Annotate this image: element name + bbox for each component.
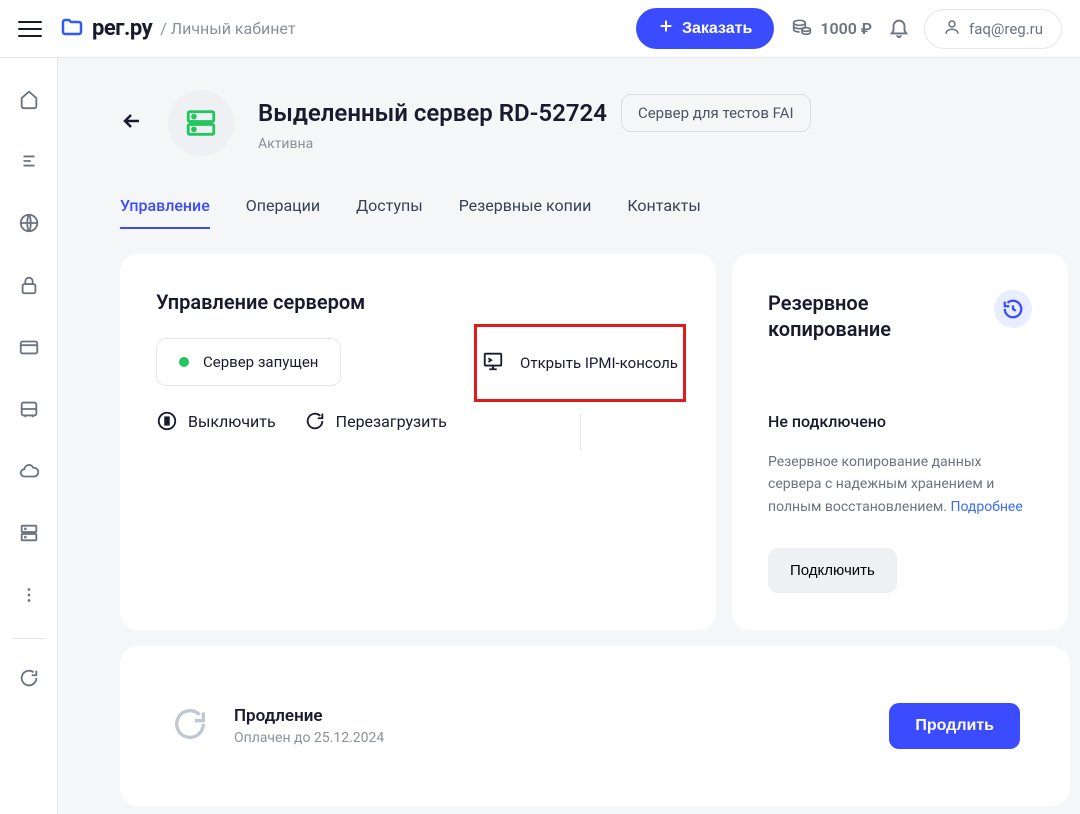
server-tag[interactable]: Сервер для тестов FAI — [621, 94, 811, 132]
shutdown-button[interactable]: Выключить — [156, 410, 276, 432]
sidebar-list-icon[interactable] — [18, 150, 40, 176]
renewal-card: Продление Оплачен до 25.12.2024 Продлить — [120, 646, 1070, 806]
backup-description: Резервное копирование данных сервера с н… — [768, 451, 1032, 518]
console-icon — [482, 350, 504, 376]
breadcrumb: / Личный кабинет — [160, 19, 295, 38]
backup-title: Резервное копирование — [768, 290, 948, 342]
plus-icon — [658, 18, 674, 39]
tab-management[interactable]: Управление — [120, 196, 210, 229]
folder-icon — [60, 15, 84, 43]
renewal-icon — [170, 704, 210, 748]
sidebar-lock-icon[interactable] — [18, 274, 40, 300]
tab-operations[interactable]: Операции — [246, 196, 320, 229]
tab-backups[interactable]: Резервные копии — [459, 196, 592, 229]
open-ipmi-console-button[interactable]: Открыть IPMI-консоль — [474, 324, 686, 402]
sidebar-card-icon[interactable] — [18, 336, 40, 362]
tab-contacts[interactable]: Контакты — [627, 196, 700, 229]
user-icon — [943, 18, 961, 40]
page-title: Выделенный сервер RD-52724 — [258, 99, 607, 127]
renewal-title: Продление — [234, 706, 384, 726]
history-icon — [994, 290, 1032, 328]
management-title: Управление сервером — [156, 290, 680, 314]
balance[interactable]: 1000 ₽ — [792, 17, 872, 41]
restart-button[interactable]: Перезагрузить — [304, 410, 447, 432]
coins-icon — [792, 17, 812, 41]
ipmi-label: Открыть IPMI-консоль — [520, 352, 678, 375]
vertical-divider — [580, 414, 581, 450]
sidebar-more-icon[interactable] — [18, 584, 40, 610]
sidebar-storage-icon[interactable] — [18, 522, 40, 548]
sidebar-loop-icon[interactable] — [18, 667, 40, 693]
server-avatar — [168, 90, 234, 156]
server-status-pill[interactable]: Сервер запущен — [156, 338, 341, 386]
server-status-label: Сервер запущен — [203, 353, 318, 371]
sidebar-server-icon[interactable] — [18, 398, 40, 424]
menu-toggle[interactable] — [18, 17, 42, 41]
shutdown-label: Выключить — [188, 412, 276, 431]
sidebar-home-icon[interactable] — [18, 88, 40, 114]
back-button[interactable] — [120, 109, 144, 137]
sidebar-cloud-icon[interactable] — [18, 460, 40, 486]
backup-more-link[interactable]: Подробнее — [950, 499, 1022, 515]
account-button[interactable]: faq@reg.ru — [924, 9, 1062, 49]
sidebar-divider — [12, 638, 46, 639]
connect-backup-button[interactable]: Подключить — [768, 548, 897, 593]
balance-amount: 1000 ₽ — [820, 19, 872, 38]
management-card: Управление сервером Сервер запущен Выклю… — [120, 254, 716, 630]
order-label: Заказать — [682, 20, 752, 38]
renew-button[interactable]: Продлить — [889, 703, 1020, 749]
renewal-subtitle: Оплачен до 25.12.2024 — [234, 730, 384, 746]
logo[interactable]: рег.ру — [60, 15, 152, 43]
tab-access[interactable]: Доступы — [356, 196, 423, 229]
backup-status: Не подключено — [768, 412, 1032, 431]
sidebar-globe-icon[interactable] — [18, 212, 40, 238]
backup-card: Резервное копирование Не подключено Резе… — [732, 254, 1068, 630]
account-email: faq@reg.ru — [969, 20, 1043, 38]
order-button[interactable]: Заказать — [636, 8, 774, 49]
status-dot-icon — [179, 357, 189, 367]
logo-text: рег.ру — [92, 16, 152, 41]
tabs: Управление Операции Доступы Резервные ко… — [120, 196, 1080, 230]
notifications-button[interactable] — [888, 16, 910, 42]
status-text: Активна — [258, 136, 811, 152]
restart-label: Перезагрузить — [336, 412, 447, 431]
